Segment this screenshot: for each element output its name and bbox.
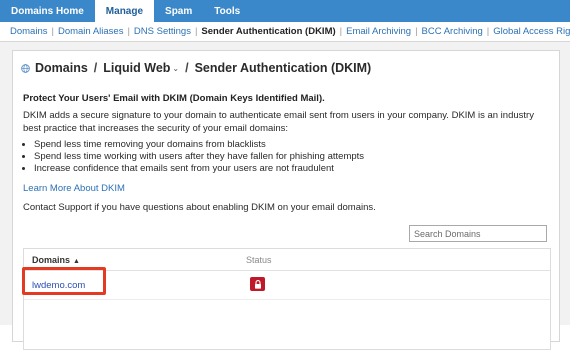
sort-ascending-icon: ▲ (73, 258, 80, 265)
sub-navigation: Domains | Domain Aliases | DNS Settings … (0, 22, 570, 42)
subnav-separator: | (51, 26, 54, 37)
nav-tools[interactable]: Tools (203, 0, 251, 22)
dkim-description: DKIM adds a secure signature to your dom… (23, 110, 534, 134)
subnav-separator: | (486, 26, 490, 37)
globe-icon (21, 63, 30, 73)
subnav-dns-settings[interactable]: DNS Settings (134, 26, 191, 37)
search-domains-input[interactable] (409, 225, 547, 242)
breadcrumb-current-page: Sender Authentication (DKIM) (194, 61, 372, 75)
breadcrumb-separator: / (185, 61, 189, 75)
status-badge[interactable] (250, 277, 265, 291)
chevron-down-icon[interactable]: ⌄ (172, 64, 179, 73)
dkim-heading: Protect Your Users' Email with DKIM (Dom… (23, 93, 325, 104)
column-header-domains[interactable]: Domains ▲ (32, 255, 80, 265)
subnav-domain-aliases[interactable]: Domain Aliases (58, 26, 123, 37)
benefit-item: Spend less time working with users after… (34, 151, 364, 163)
subnav-separator: | (194, 26, 198, 37)
subnav-email-archiving[interactable]: Email Archiving (346, 26, 411, 37)
benefit-item: Increase confidence that emails sent fro… (34, 163, 364, 175)
subnav-global-access-rights[interactable]: Global Access Rights (493, 26, 570, 37)
nav-spam[interactable]: Spam (154, 0, 203, 22)
breadcrumb-domains[interactable]: Domains (35, 61, 88, 75)
breadcrumb: Domains / Liquid Web ⌄ / Sender Authenti… (21, 61, 371, 75)
column-header-status: Status (246, 255, 272, 265)
contact-support-text: Contact Support if you have questions ab… (23, 202, 376, 213)
benefits-list: Spend less time removing your domains fr… (23, 139, 364, 175)
subnav-domains[interactable]: Domains (10, 26, 48, 37)
breadcrumb-liquid-web[interactable]: Liquid Web (103, 61, 170, 75)
subnav-separator: | (339, 26, 343, 37)
nav-manage[interactable]: Manage (94, 0, 155, 22)
subnav-sender-authentication[interactable]: Sender Authentication (DKIM) (201, 26, 335, 37)
learn-more-link[interactable]: Learn More About DKIM (23, 183, 125, 194)
nav-domains-home[interactable]: Domains Home (0, 0, 95, 22)
domains-table: Domains ▲ Status lwdemo.com (23, 248, 551, 350)
subnav-separator: | (415, 26, 418, 37)
dkim-panel: Domains / Liquid Web ⌄ / Sender Authenti… (12, 50, 560, 350)
breadcrumb-separator: / (93, 61, 98, 75)
lock-icon (254, 279, 261, 289)
benefit-item: Spend less time removing your domains fr… (34, 139, 364, 151)
highlight-box (22, 267, 106, 295)
subnav-separator: | (127, 26, 130, 37)
subnav-bcc-archiving[interactable]: BCC Archiving (422, 26, 483, 37)
top-navigation: Domains Home Manage Spam Tools (0, 0, 570, 22)
column-header-domains-label: Domains (32, 255, 71, 265)
